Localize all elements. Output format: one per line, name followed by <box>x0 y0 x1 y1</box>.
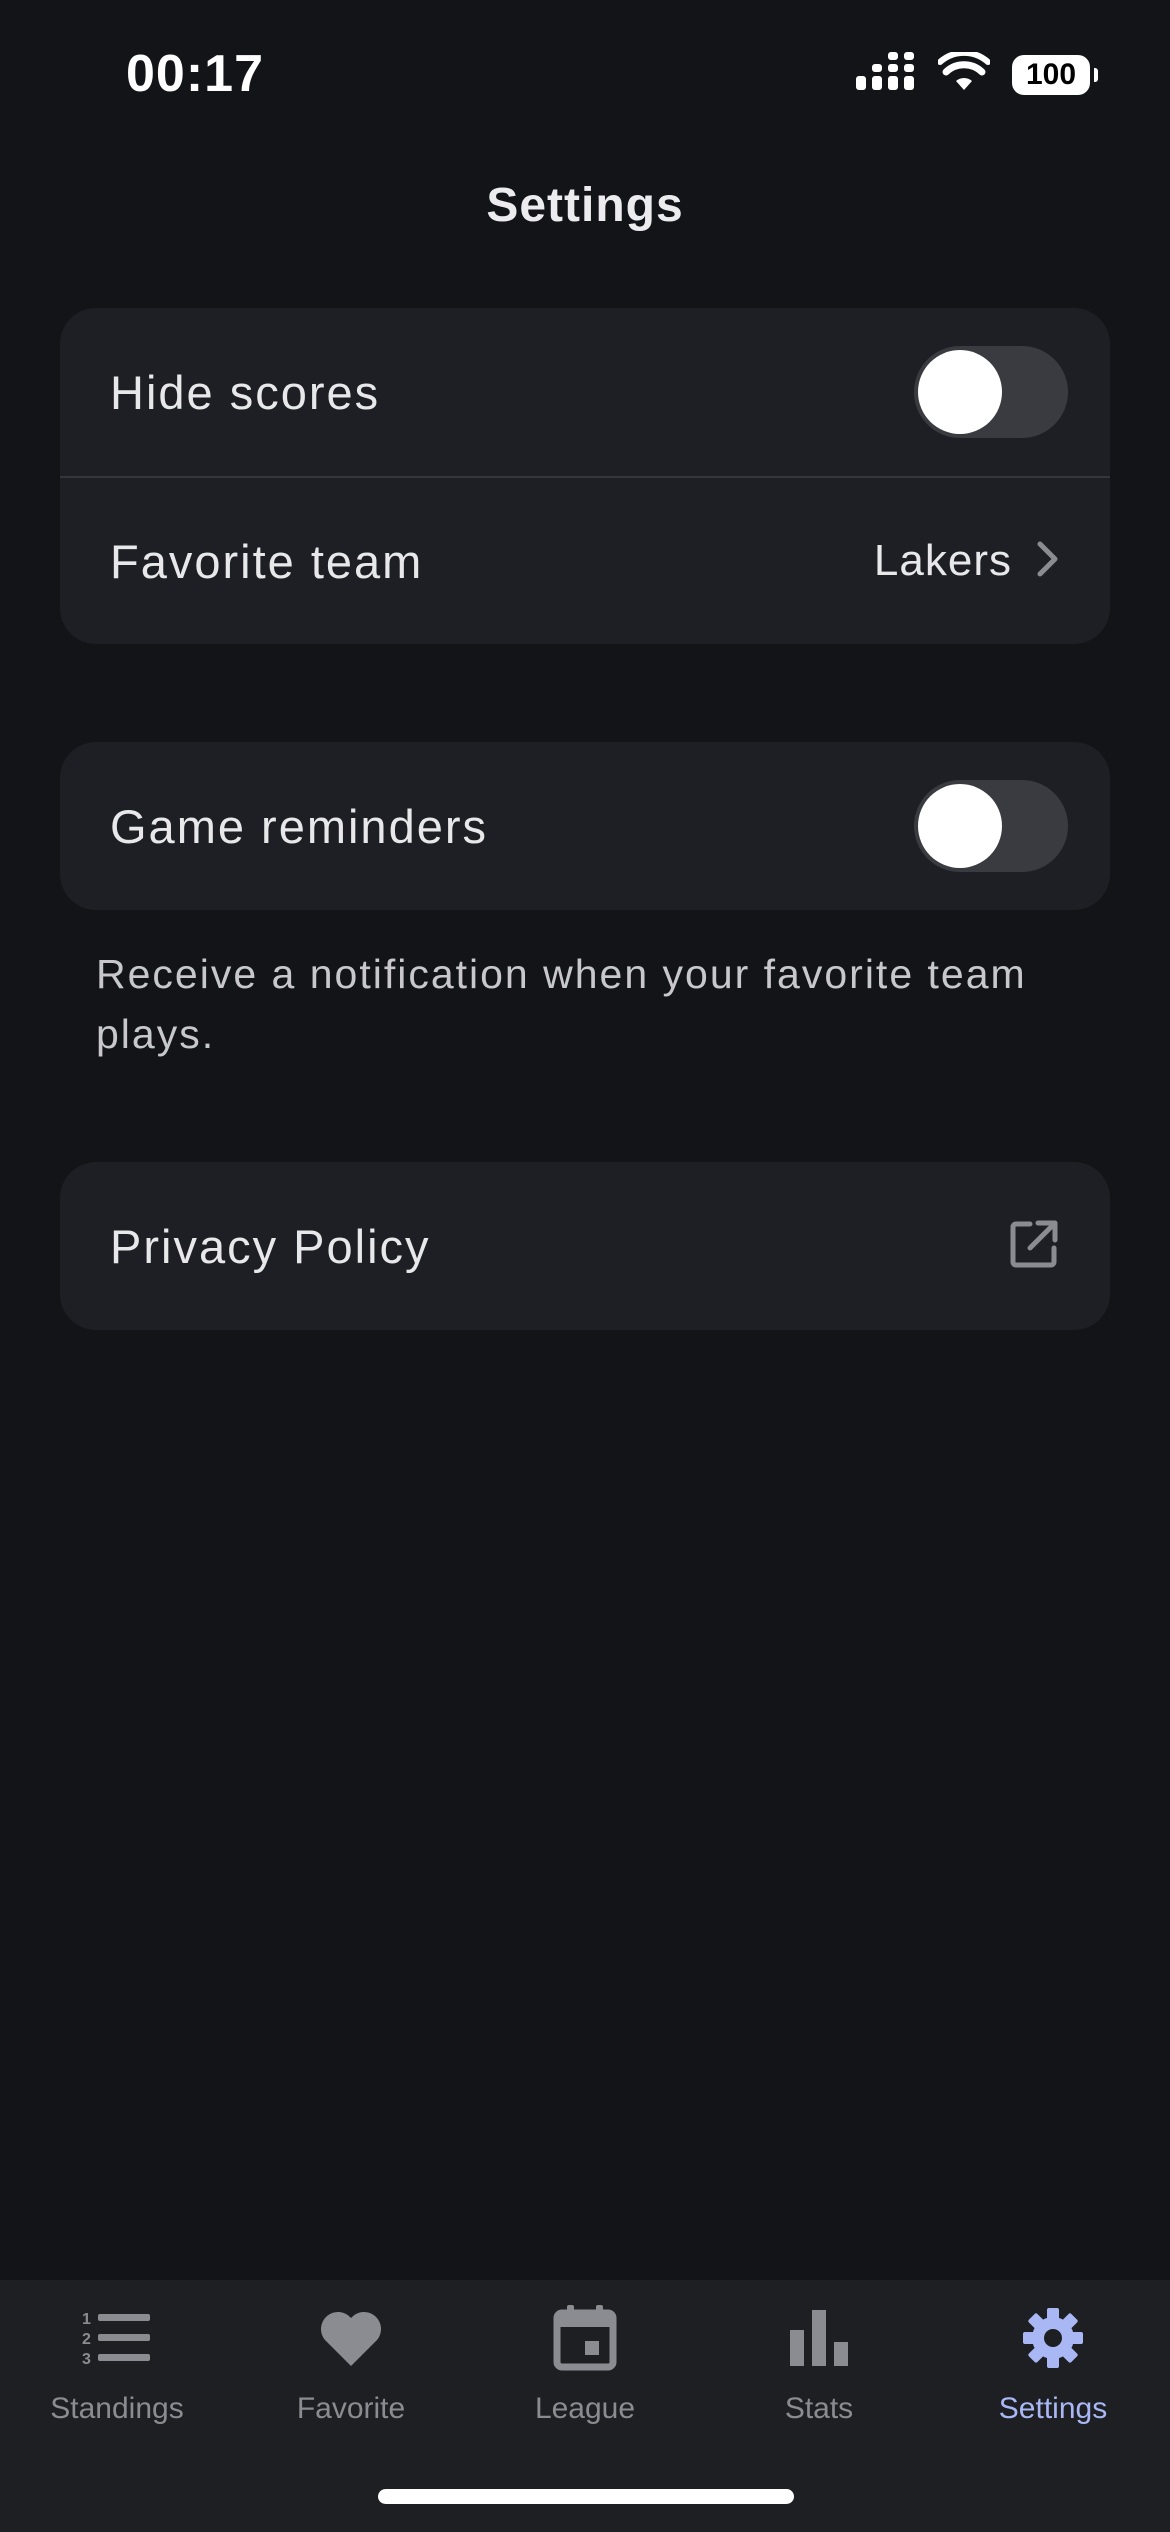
privacy-policy-label: Privacy Policy <box>110 1219 431 1273</box>
favorite-team-row[interactable]: Favorite team Lakers <box>60 476 1110 644</box>
tab-stats[interactable]: Stats <box>702 2280 936 2450</box>
tab-standings[interactable]: 1 2 3 Standings <box>0 2280 234 2450</box>
tab-label: Settings <box>998 2392 1108 2425</box>
game-reminders-row: Game reminders <box>60 742 1110 910</box>
status-icons: 100 <box>856 49 1098 97</box>
game-reminders-label: Game reminders <box>110 799 488 853</box>
battery-level: 100 <box>1025 57 1077 91</box>
display-settings-card: Hide scores Favorite team Lakers <box>60 308 1110 644</box>
cellular-signal-icon <box>856 52 916 97</box>
privacy-policy-row[interactable]: Privacy Policy <box>60 1162 1110 1330</box>
status-time: 00:17 <box>126 45 264 103</box>
tab-label: Favorite <box>296 2392 406 2425</box>
tab-league[interactable]: League <box>468 2280 702 2450</box>
hide-scores-row: Hide scores <box>60 308 1110 476</box>
svg-text:3: 3 <box>82 2351 91 2368</box>
notifications-card: Game reminders <box>60 742 1110 910</box>
tab-settings[interactable]: Settings <box>936 2280 1170 2450</box>
home-indicator[interactable] <box>378 2489 794 2504</box>
tab-favorite[interactable]: Favorite <box>234 2280 468 2450</box>
bar-chart-icon <box>779 2298 859 2378</box>
status-bar: 00:17 100 <box>0 0 1170 150</box>
page-title: Settings <box>486 179 684 232</box>
privacy-card: Privacy Policy <box>60 1162 1110 1330</box>
hide-scores-toggle[interactable] <box>914 346 1068 438</box>
hide-scores-label: Hide scores <box>110 365 381 419</box>
toggle-knob <box>918 784 1002 868</box>
favorite-team-label: Favorite team <box>110 534 424 588</box>
favorite-team-value: Lakers <box>873 536 1012 585</box>
standings-list-icon: 1 2 3 <box>77 2298 157 2378</box>
calendar-icon <box>545 2298 625 2378</box>
toggle-knob <box>918 350 1002 434</box>
battery-icon: 100 <box>1012 54 1098 95</box>
gear-icon <box>1013 2298 1093 2378</box>
svg-text:1: 1 <box>82 2311 91 2328</box>
tab-label: Standings <box>50 2392 184 2425</box>
game-reminders-toggle[interactable] <box>914 780 1068 872</box>
heart-icon <box>311 2298 391 2378</box>
chevron-right-icon <box>1036 540 1060 583</box>
wifi-icon <box>937 49 991 97</box>
game-reminders-helper-text: Receive a notification when your favorit… <box>96 951 1027 1057</box>
tab-label: Stats <box>784 2392 854 2425</box>
svg-text:2: 2 <box>82 2331 91 2348</box>
external-link-icon <box>1008 1218 1060 1275</box>
tab-label: League <box>534 2392 636 2425</box>
